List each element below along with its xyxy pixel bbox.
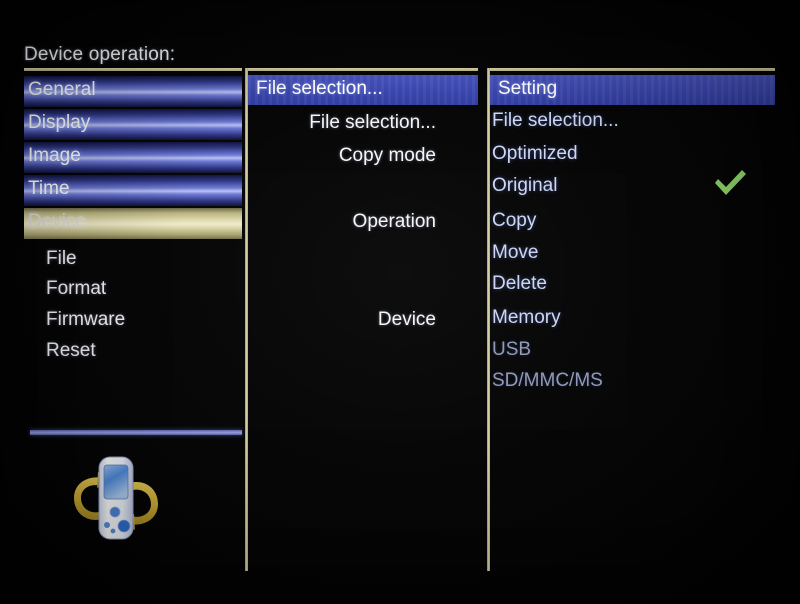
setting-item-move[interactable]: Move: [492, 242, 538, 264]
menu-item-file-selection[interactable]: File selection...: [309, 112, 436, 134]
sidebar-subitem-file[interactable]: File: [46, 248, 77, 270]
player-button-large: [117, 519, 131, 533]
column-divider-1: [245, 68, 248, 571]
middle-column-top-rule: [248, 68, 478, 71]
page-title: Device operation:: [24, 44, 176, 65]
menu-item-operation[interactable]: Operation: [353, 211, 436, 233]
right-column-top-rule: [490, 68, 775, 71]
device-operation-screen: Device operation: File selection... Sett…: [0, 0, 800, 604]
right-column-header-label: Setting: [498, 78, 558, 99]
column-divider-2: [487, 68, 490, 571]
setting-item-copy[interactable]: Copy: [492, 210, 536, 232]
sidebar-item-label: General: [28, 79, 96, 100]
menu-item-copy-mode[interactable]: Copy mode: [339, 145, 436, 167]
player-button-small-b: [110, 528, 116, 534]
checkmark-icon: [712, 168, 748, 198]
setting-item-memory[interactable]: Memory: [492, 307, 561, 329]
sidebar-item-label: Time: [28, 178, 70, 199]
setting-item-original[interactable]: Original: [492, 175, 557, 197]
sidebar-subitem-format[interactable]: Format: [46, 278, 106, 300]
middle-column-header[interactable]: File selection...: [248, 75, 478, 105]
sidebar-item-time[interactable]: Time: [24, 175, 242, 206]
setting-item-sd-mmc-ms[interactable]: SD/MMC/MS: [492, 370, 603, 392]
player-center-button: [109, 506, 121, 518]
menu-item-device[interactable]: Device: [378, 309, 436, 331]
sidebar-subitem-firmware[interactable]: Firmware: [46, 309, 125, 331]
setting-item-usb[interactable]: USB: [492, 339, 531, 361]
right-column-header[interactable]: Setting: [490, 75, 775, 105]
sidebar-divider: [30, 430, 242, 435]
setting-item-file-selection[interactable]: File selection...: [492, 110, 619, 132]
portable-media-player-rotate-icon: [58, 452, 174, 544]
sidebar-item-display[interactable]: Display: [24, 109, 242, 140]
sidebar-item-device[interactable]: Device: [24, 208, 242, 239]
sidebar-item-label: Display: [28, 112, 91, 133]
sidebar-item-general[interactable]: General: [24, 76, 242, 107]
player-screen: [103, 464, 129, 500]
setting-item-delete[interactable]: Delete: [492, 273, 547, 295]
middle-column-header-label: File selection...: [256, 78, 383, 99]
sidebar-subitem-reset[interactable]: Reset: [46, 340, 96, 362]
sidebar-item-label: Image: [28, 145, 81, 166]
sidebar-item-label: Device: [28, 211, 87, 232]
sidebar-item-image[interactable]: Image: [24, 142, 242, 173]
left-column-top-rule: [24, 68, 242, 71]
player-button-small-a: [104, 522, 110, 528]
setting-item-optimized[interactable]: Optimized: [492, 143, 578, 165]
